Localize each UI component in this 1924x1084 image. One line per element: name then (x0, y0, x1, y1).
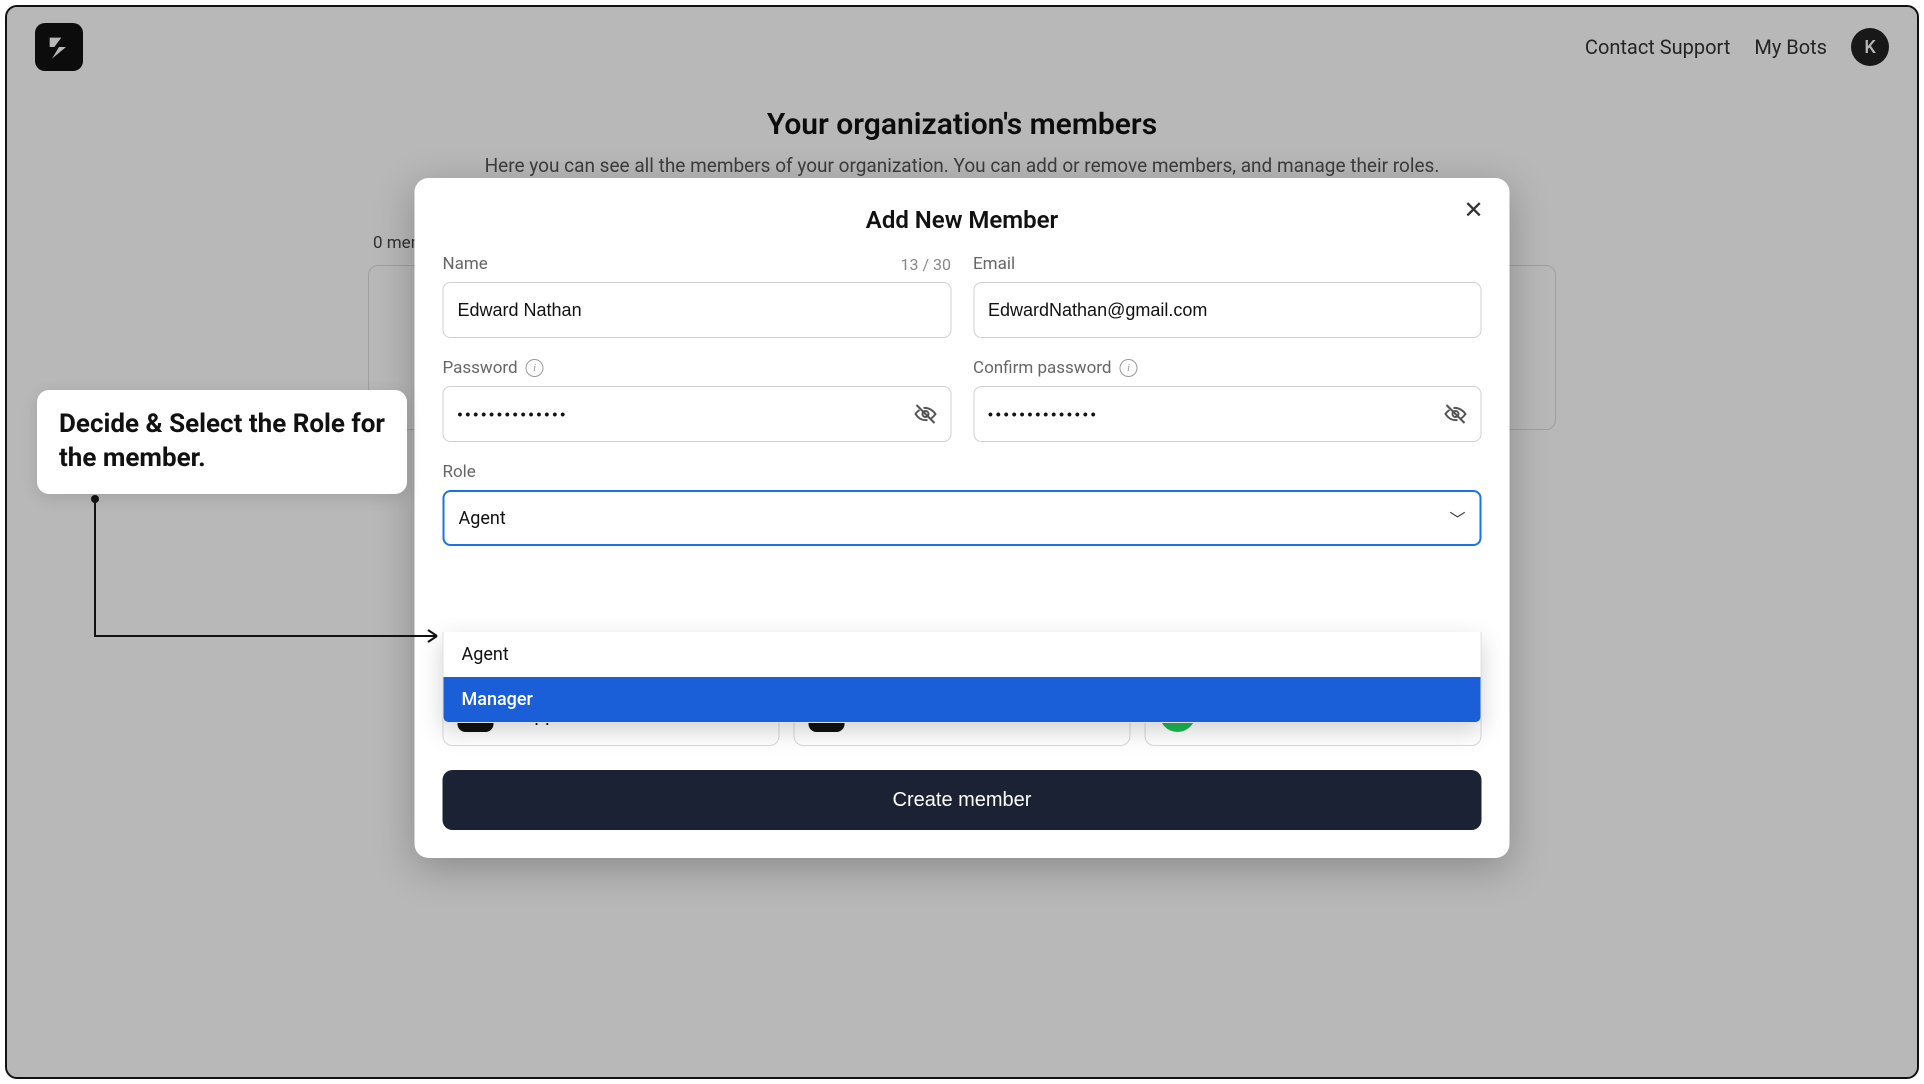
app-header: Contact Support My Bots K (7, 7, 1917, 87)
close-icon[interactable]: ✕ (1460, 196, 1488, 224)
email-label: Email (973, 254, 1015, 274)
role-option-manager[interactable]: Manager (444, 677, 1481, 722)
chevron-down-icon: ﹀ (1449, 506, 1465, 530)
show-password-icon[interactable] (911, 400, 939, 428)
app-logo[interactable] (35, 23, 83, 71)
role-selected-value: Agent (459, 508, 506, 529)
confirm-password-label: Confirm password i (973, 358, 1137, 378)
name-label: Name (443, 254, 488, 274)
role-option-agent[interactable]: Agent (444, 632, 1481, 677)
modal-title: Add New Member (443, 206, 1482, 234)
name-char-count: 13 / 30 (900, 255, 951, 274)
confirm-password-input[interactable] (973, 386, 1482, 442)
confirm-password-label-text: Confirm password (973, 358, 1111, 378)
page-title: Your organization's members (767, 107, 1157, 142)
info-icon[interactable]: i (526, 359, 544, 377)
email-input[interactable] (973, 282, 1482, 338)
show-confirm-password-icon[interactable] (1442, 400, 1470, 428)
add-member-modal: ✕ Add New Member Name 13 / 30 Email (415, 178, 1510, 858)
page-subtitle: Here you can see all the members of your… (485, 154, 1440, 177)
info-icon[interactable]: i (1119, 359, 1137, 377)
role-dropdown: Agent Manager (443, 632, 1482, 723)
role-label: Role (443, 462, 1482, 482)
create-member-button[interactable]: Create member (443, 770, 1482, 830)
contact-support-link[interactable]: Contact Support (1585, 35, 1730, 59)
my-bots-link[interactable]: My Bots (1754, 35, 1827, 59)
password-label-text: Password (443, 358, 518, 378)
password-label: Password i (443, 358, 544, 378)
instruction-callout: Decide & Select the Role for the member. (37, 390, 407, 494)
role-select[interactable]: Agent ﹀ (443, 490, 1482, 546)
password-input[interactable] (443, 386, 952, 442)
user-avatar[interactable]: K (1851, 28, 1889, 66)
name-input[interactable] (443, 282, 952, 338)
